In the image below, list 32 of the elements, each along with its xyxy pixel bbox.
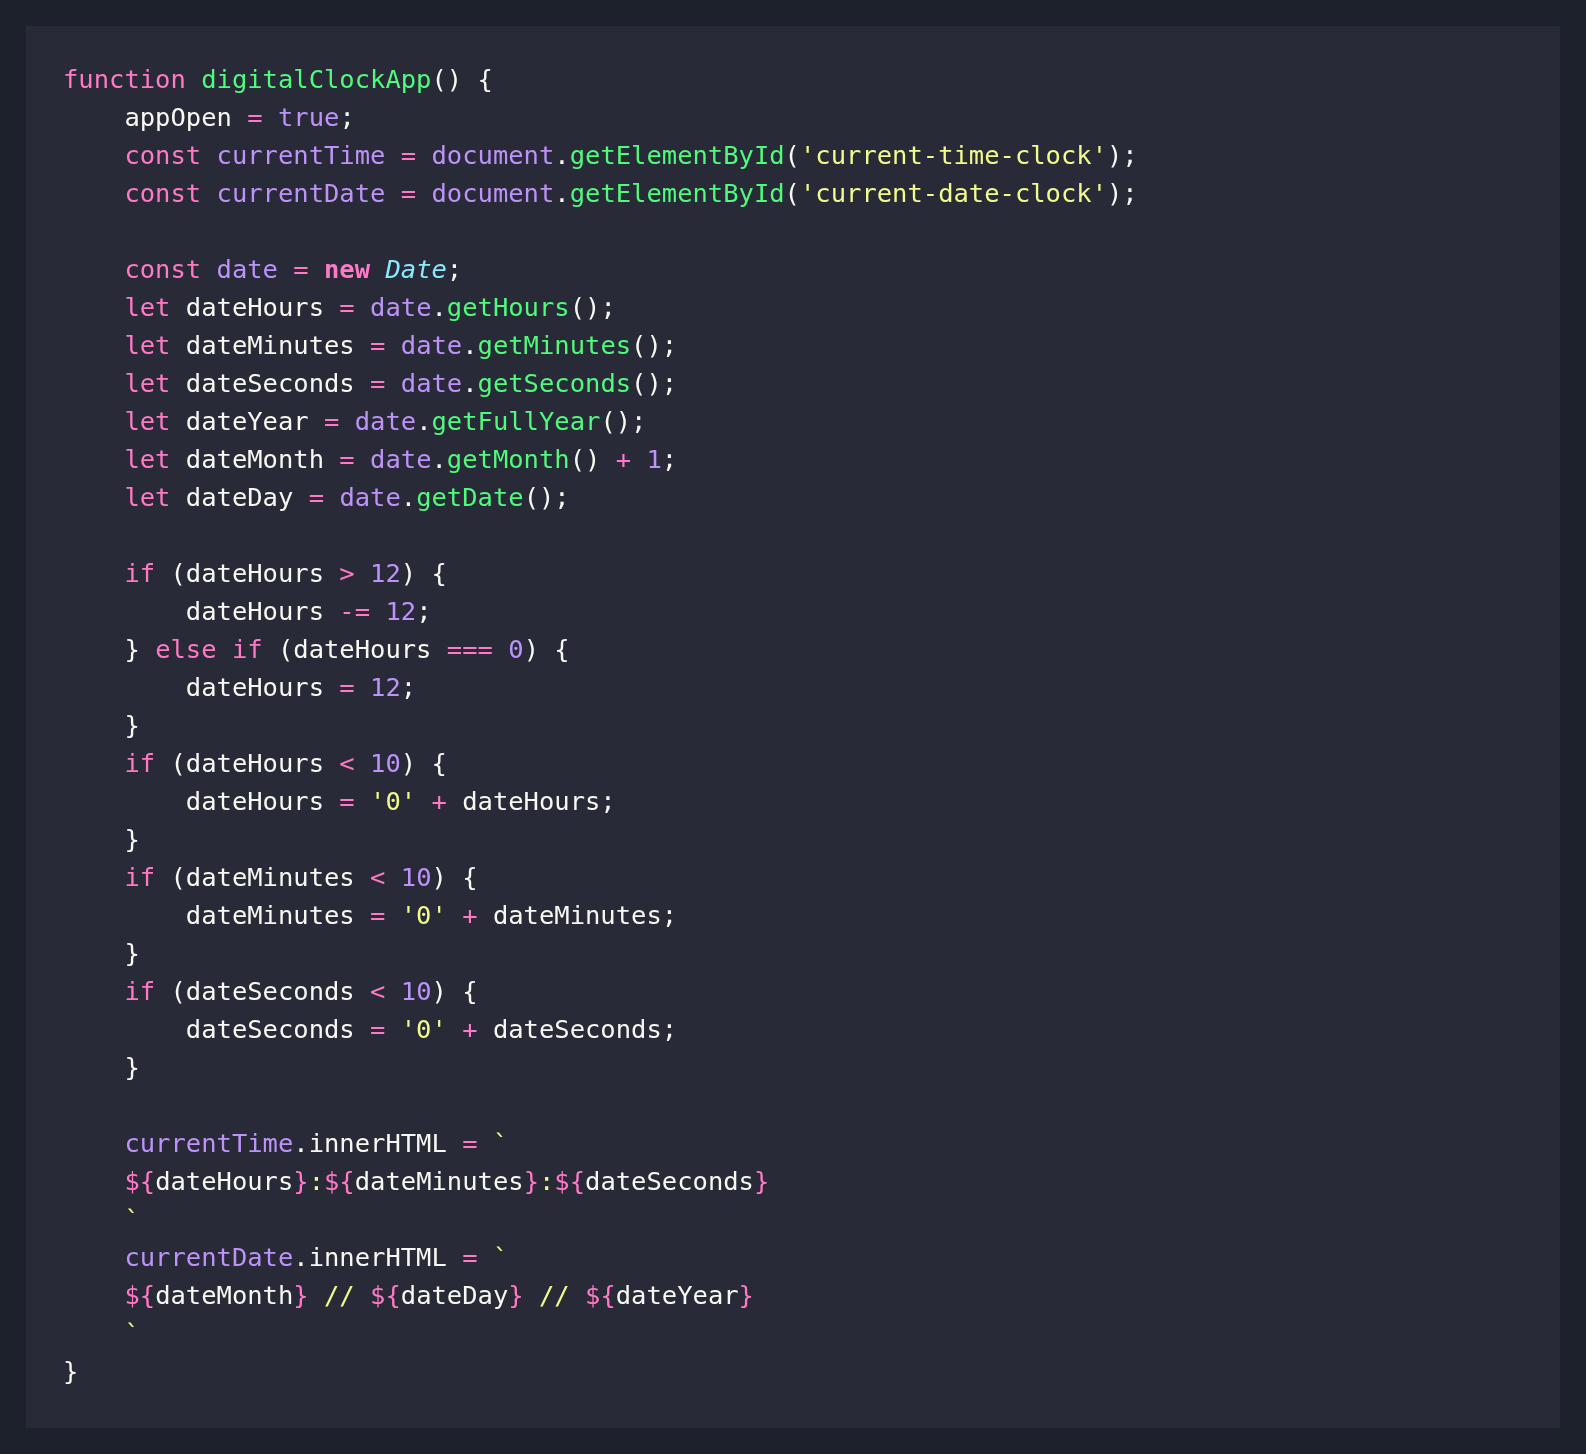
code-line: dateHours = 12; — [184, 671, 417, 704]
code-line: } else if (dateHours === 0) { — [123, 633, 570, 666]
code-line: const currentDate = document.getElementById('current-date-clock'); — [123, 177, 1138, 210]
code-line: let dateHours = date.getHours(); — [123, 291, 616, 324]
code-line: ` — [123, 1317, 140, 1350]
code-line: dateHours -= 12; — [184, 595, 432, 628]
code-line: } — [123, 823, 140, 856]
code-line: ` — [123, 1203, 140, 1236]
code-line: let dateDay = date.getDate(); — [123, 481, 570, 514]
code-line: if (dateHours < 10) { — [123, 747, 447, 780]
code-line: if (dateSeconds < 10) { — [123, 975, 478, 1008]
code-line: } — [123, 709, 140, 742]
code-line: } — [123, 937, 140, 970]
code-line: let dateMonth = date.getMonth() + 1; — [123, 443, 678, 476]
code-line: } — [63, 1355, 79, 1388]
code-line: currentDate.innerHTML = ` — [123, 1241, 509, 1274]
code-line: let dateYear = date.getFullYear(); — [123, 405, 647, 438]
code-line: if (dateHours > 12) { — [123, 557, 447, 590]
code-line: appOpen = true; — [123, 101, 355, 134]
code-line: ${dateMonth} // ${dateDay} // ${dateYear} — [123, 1279, 754, 1312]
code-line: dateSeconds = '0' + dateSeconds; — [184, 1013, 678, 1046]
code-line: let dateSeconds = date.getSeconds(); — [123, 367, 678, 400]
code-line: ${dateHours}:${dateMinutes}:${dateSeconds} — [123, 1165, 770, 1198]
code-line: } — [123, 1051, 140, 1084]
code-line: if (dateMinutes < 10) { — [123, 861, 478, 894]
code-line: const currentTime = document.getElementById('current-time-clock'); — [123, 139, 1138, 172]
code-line: function digitalClockApp() { — [63, 63, 493, 96]
code-line: const date = new Date; — [123, 253, 463, 286]
code-line: let dateMinutes = date.getMinutes(); — [123, 329, 678, 362]
code-line: dateMinutes = '0' + dateMinutes; — [184, 899, 678, 932]
code-line: currentTime.innerHTML = ` — [123, 1127, 509, 1160]
code-line: dateHours = '0' + dateHours; — [184, 785, 616, 818]
